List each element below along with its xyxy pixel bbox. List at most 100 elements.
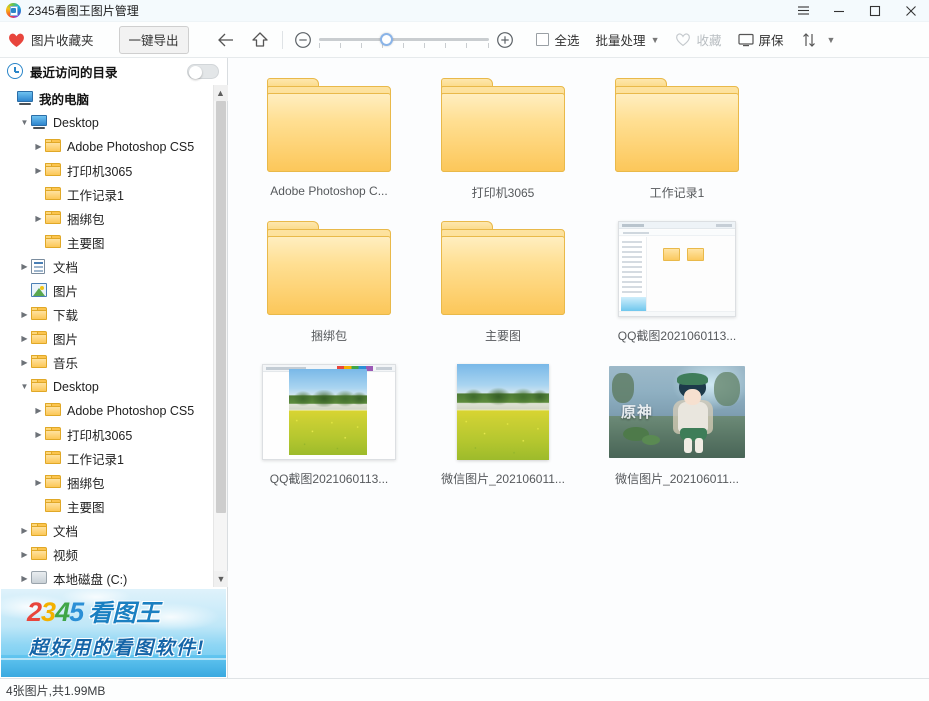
tree-item-12[interactable]: ▼Desktop bbox=[0, 375, 213, 399]
scrollbar-thumb[interactable] bbox=[216, 101, 226, 513]
file-tile-4[interactable]: 主要图 bbox=[416, 215, 590, 358]
folder-icon bbox=[45, 211, 62, 226]
zoom-in-icon[interactable] bbox=[494, 29, 516, 51]
tree-item-label: 我的电脑 bbox=[39, 89, 89, 108]
rapeseed-field-photo bbox=[457, 364, 549, 460]
thumbnail-container bbox=[597, 72, 757, 180]
chevron-right-icon[interactable]: ▶ bbox=[32, 430, 45, 439]
file-tile-6[interactable]: QQ截图2021060113... bbox=[242, 358, 416, 501]
menu-button[interactable] bbox=[785, 0, 821, 22]
folder-icon bbox=[31, 331, 48, 346]
folder-icon bbox=[31, 523, 48, 538]
checkbox-box bbox=[536, 33, 549, 46]
main-toolbar: 图片收藏夹 一键导出 全 bbox=[0, 22, 929, 58]
chevron-down-icon[interactable]: ▼ bbox=[18, 118, 31, 127]
tree-item-10[interactable]: ▶图片 bbox=[0, 327, 213, 351]
tree-item-label: 主要图 bbox=[67, 233, 105, 252]
heart-outline-icon bbox=[675, 32, 691, 47]
tree-item-3[interactable]: ▶ 打印机3065 bbox=[0, 159, 213, 183]
zoom-out-icon[interactable] bbox=[292, 29, 314, 51]
slider-track bbox=[319, 38, 489, 41]
zoom-slider-group bbox=[292, 29, 516, 51]
tree-item-5[interactable]: ▶捆绑包 bbox=[0, 207, 213, 231]
tree-item-14[interactable]: ▶打印机3065 bbox=[0, 423, 213, 447]
tree-item-label: 捆绑包 bbox=[67, 473, 105, 492]
scroll-down-icon[interactable]: ▼ bbox=[214, 571, 228, 587]
chevron-right-icon[interactable]: ▶ bbox=[32, 214, 45, 223]
sidebar-scrollbar[interactable]: ▲ ▼ bbox=[213, 85, 227, 587]
tree-item-label: 音乐 bbox=[53, 353, 78, 372]
tree-item-label: 本地磁盘 (C:) bbox=[53, 569, 127, 587]
tree-item-16[interactable]: ▶ 捆绑包 bbox=[0, 471, 213, 495]
batch-process-label: 批量处理 bbox=[596, 30, 646, 49]
chevron-right-icon[interactable]: ▶ bbox=[18, 262, 31, 271]
file-tile-2[interactable]: 工作记录1 bbox=[590, 72, 764, 215]
chevron-right-icon[interactable]: ▶ bbox=[18, 358, 31, 367]
tree-item-17[interactable]: ▶主要图 bbox=[0, 495, 213, 519]
promo-banner[interactable]: 2345 看图王 超好用的看图软件! bbox=[1, 589, 226, 677]
home-up-button[interactable] bbox=[245, 26, 275, 54]
chevron-right-icon[interactable]: ▶ bbox=[32, 406, 45, 415]
maximize-button[interactable] bbox=[857, 0, 893, 22]
chevron-right-icon[interactable]: ▶ bbox=[18, 310, 31, 319]
slider-thumb[interactable] bbox=[380, 33, 393, 46]
tree-item-8[interactable]: ▶图片 bbox=[0, 279, 213, 303]
tree-item-4[interactable]: ▶工作记录1 bbox=[0, 183, 213, 207]
tree-item-6[interactable]: ▶主要图 bbox=[0, 231, 213, 255]
chevron-down-icon[interactable]: ▼ bbox=[18, 382, 31, 391]
recent-directories-row[interactable]: 最近访问的目录 bbox=[0, 58, 227, 85]
chevron-right-icon[interactable]: ▶ bbox=[18, 550, 31, 559]
zoom-slider[interactable] bbox=[319, 29, 489, 51]
file-tile-3[interactable]: 捆绑包 bbox=[242, 215, 416, 358]
back-button[interactable] bbox=[211, 26, 241, 54]
tree-item-7[interactable]: ▶文档 bbox=[0, 255, 213, 279]
select-all-checkbox[interactable]: 全选 bbox=[536, 30, 580, 49]
file-tile-5[interactable]: QQ截图2021060113... bbox=[590, 215, 764, 358]
tree-item-13[interactable]: ▶ Adobe Photoshop CS5 bbox=[0, 399, 213, 423]
tree-item-label: 打印机3065 bbox=[67, 161, 132, 180]
tree-item-18[interactable]: ▶文档 bbox=[0, 519, 213, 543]
file-tile-label: 工作记录1 bbox=[650, 184, 705, 201]
tree-item-20[interactable]: ▶ 本地磁盘 (C:) bbox=[0, 567, 213, 587]
heart-icon bbox=[8, 32, 25, 48]
window-title: 2345看图王图片管理 bbox=[28, 2, 139, 19]
chevron-right-icon[interactable]: ▶ bbox=[18, 334, 31, 343]
file-tile-8[interactable]: 原神微信图片_202106011... bbox=[590, 358, 764, 501]
file-tile-0[interactable]: Adobe Photoshop C... bbox=[242, 72, 416, 215]
tree-item-0[interactable]: ▶我的电脑 bbox=[0, 87, 213, 111]
folder-icon bbox=[31, 355, 48, 370]
game-artwork-thumbnail: 原神 bbox=[609, 366, 745, 458]
chevron-right-icon[interactable]: ▶ bbox=[32, 142, 45, 151]
sort-menu[interactable]: ▼ bbox=[802, 32, 836, 48]
minimize-button[interactable] bbox=[821, 0, 857, 22]
folder-tree: ▶我的电脑▼Desktop▶Adobe Photoshop CS5▶打印机306… bbox=[0, 85, 213, 587]
tree-item-9[interactable]: ▶ 下载 bbox=[0, 303, 213, 327]
tree-item-1[interactable]: ▼Desktop bbox=[0, 111, 213, 135]
chevron-right-icon[interactable]: ▶ bbox=[32, 166, 45, 175]
chevron-right-icon[interactable]: ▶ bbox=[18, 526, 31, 535]
tree-item-15[interactable]: ▶工作记录1 bbox=[0, 447, 213, 471]
chevron-right-icon[interactable]: ▶ bbox=[18, 574, 31, 583]
file-tile-label: 微信图片_202106011... bbox=[441, 470, 565, 487]
scroll-up-icon[interactable]: ▲ bbox=[214, 85, 228, 101]
tree-item-label: 下载 bbox=[53, 305, 78, 324]
close-button[interactable] bbox=[893, 0, 929, 22]
add-favorite-button[interactable]: 收藏 bbox=[675, 30, 721, 49]
folder-icon bbox=[45, 499, 62, 514]
favorites-folder-button[interactable]: 图片收藏夹 bbox=[8, 30, 94, 49]
file-tile-7[interactable]: 微信图片_202106011... bbox=[416, 358, 590, 501]
image-manager-window: 2345看图王图片管理 图片收藏夹 一键导出 bbox=[0, 0, 929, 701]
chevron-right-icon[interactable]: ▶ bbox=[32, 478, 45, 487]
batch-process-menu[interactable]: 批量处理 ▼ bbox=[596, 30, 660, 49]
folder-icon bbox=[615, 78, 739, 174]
export-button[interactable]: 一键导出 bbox=[119, 26, 189, 54]
tree-item-19[interactable]: ▶视频 bbox=[0, 543, 213, 567]
tree-item-label: Adobe Photoshop CS5 bbox=[67, 404, 194, 418]
recent-directories-toggle[interactable] bbox=[187, 64, 219, 79]
title-bar: 2345看图王图片管理 bbox=[0, 0, 929, 22]
file-tile-1[interactable]: 打印机3065 bbox=[416, 72, 590, 215]
tree-item-label: 主要图 bbox=[67, 497, 105, 516]
screensaver-button[interactable]: 屏保 bbox=[738, 30, 784, 49]
tree-item-11[interactable]: ▶ 音乐 bbox=[0, 351, 213, 375]
tree-item-2[interactable]: ▶Adobe Photoshop CS5 bbox=[0, 135, 213, 159]
